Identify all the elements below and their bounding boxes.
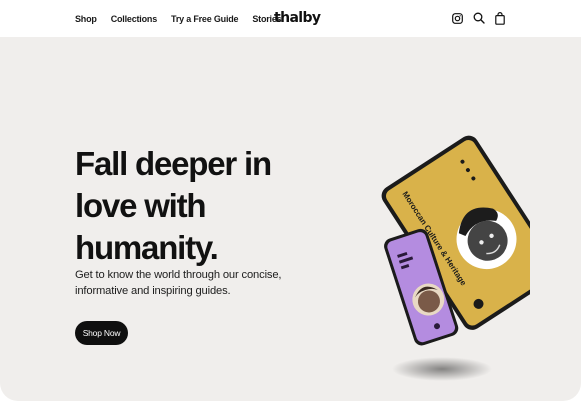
brand-logo[interactable]: thalby bbox=[274, 10, 321, 26]
hero-subtext: Get to know the world through our concis… bbox=[75, 269, 282, 297]
header-actions bbox=[451, 11, 506, 25]
nav-item-free-guide[interactable]: Try a Free Guide bbox=[171, 14, 239, 24]
instagram-icon[interactable] bbox=[451, 11, 464, 25]
hero-headline: Fall deeper in love with humanity. bbox=[75, 145, 272, 266]
devices-graphic: Moroccan Culture & Heritage bbox=[381, 135, 560, 381]
site-header: Shop Collections Try a Free Guide Storie… bbox=[0, 0, 581, 37]
devices-illustration: Moroccan Culture & Heritage bbox=[360, 75, 560, 385]
search-icon[interactable] bbox=[472, 11, 485, 25]
bag-icon[interactable] bbox=[493, 11, 506, 25]
shop-now-button[interactable]: Shop Now bbox=[75, 321, 128, 345]
device-shadow bbox=[392, 357, 492, 381]
main-nav: Shop Collections Try a Free Guide Storie… bbox=[75, 0, 282, 37]
nav-item-shop[interactable]: Shop bbox=[75, 14, 97, 24]
page: Shop Collections Try a Free Guide Storie… bbox=[0, 0, 581, 401]
tablet-device: Moroccan Culture & Heritage bbox=[381, 135, 560, 330]
nav-item-collections[interactable]: Collections bbox=[111, 14, 158, 24]
